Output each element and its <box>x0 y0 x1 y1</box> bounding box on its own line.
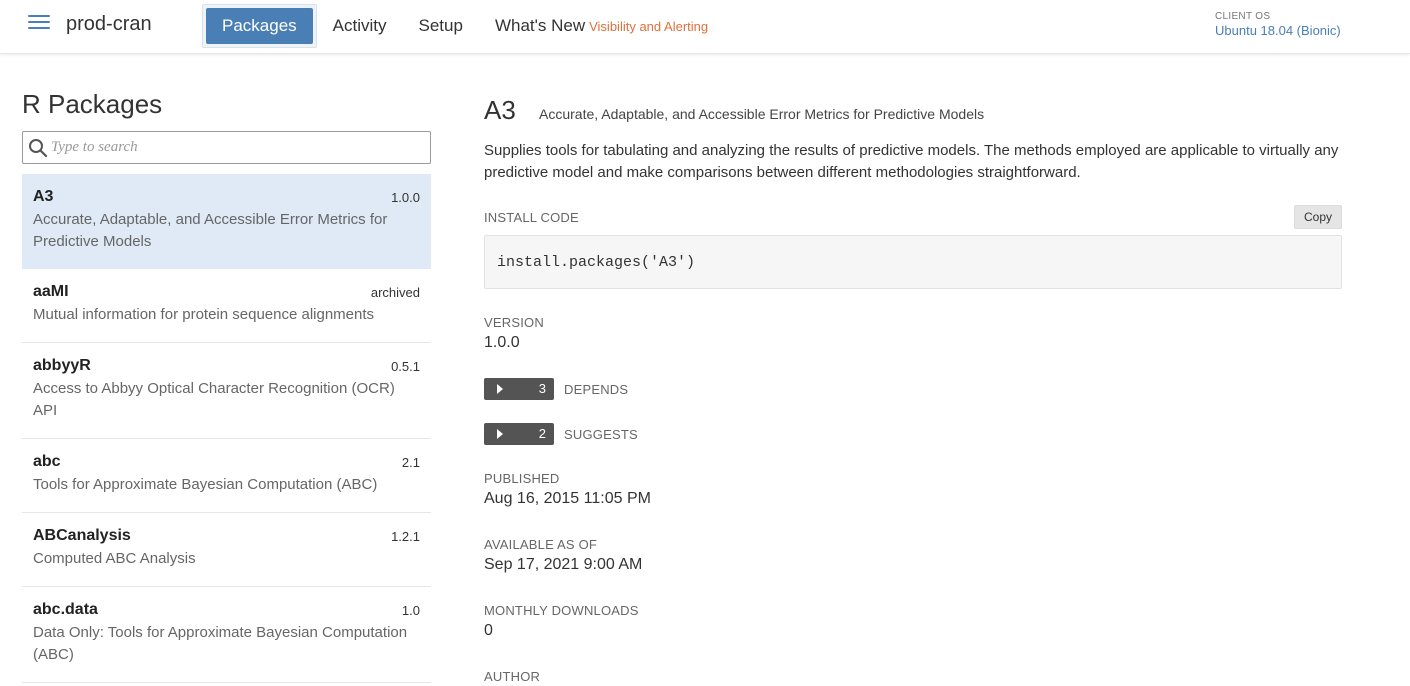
suggests-toggle[interactable]: 2 <box>484 423 554 445</box>
depends-label: DEPENDS <box>564 381 629 397</box>
detail-subtitle: Accurate, Adaptable, and Accessible Erro… <box>539 106 985 122</box>
menu-icon[interactable] <box>28 15 50 31</box>
package-name: abc <box>33 453 61 470</box>
package-version: 2.1 <box>401 455 420 470</box>
install-code: install.packages('A3') <box>497 254 696 271</box>
search-input[interactable] <box>51 134 421 161</box>
package-description: Access to Abbyy Optical Character Recogn… <box>33 380 395 419</box>
package-version: 0.5.1 <box>391 359 420 374</box>
client-os[interactable]: CLIENT OS Ubuntu 18.04 (Bionic) <box>1215 11 1341 38</box>
nav-setup[interactable]: Setup <box>403 8 479 44</box>
copy-button[interactable]: Copy <box>1293 205 1342 229</box>
package-description: Computed ABC Analysis <box>33 550 196 567</box>
suggests-row: 2 SUGGESTS <box>484 423 638 445</box>
package-list: A3 1.0.0 Accurate, Adaptable, and Access… <box>22 174 431 683</box>
depends-count: 3 <box>538 381 546 396</box>
package-name: A3 <box>33 188 54 205</box>
downloads-label: MONTHLY DOWNLOADS <box>484 603 639 618</box>
whats-new-tag: Visibility and Alerting <box>589 19 709 34</box>
nav-packages-label: Packages <box>206 8 313 44</box>
search-box[interactable] <box>22 131 431 164</box>
package-sidebar: R Packages A3 1.0.0 Accurate, Adaptable,… <box>22 54 431 686</box>
package-version: archived <box>370 285 420 300</box>
brand-title[interactable]: prod-cran <box>66 13 152 36</box>
available-field: AVAILABLE AS OF Sep 17, 2021 9:00 AM <box>484 537 642 574</box>
package-version: 1.0 <box>401 603 420 618</box>
downloads-value: 0 <box>484 622 493 639</box>
available-value: Sep 17, 2021 9:00 AM <box>484 556 643 573</box>
nav-activity[interactable]: Activity <box>317 8 403 44</box>
depends-toggle[interactable]: 3 <box>484 378 554 400</box>
list-item[interactable]: abc 2.1 Tools for Approximate Bayesian C… <box>22 439 431 513</box>
author-label: AUTHOR <box>484 669 541 684</box>
nav-packages[interactable]: Packages <box>202 4 317 48</box>
detail-title: A3 <box>484 95 516 125</box>
client-os-label: CLIENT OS <box>1215 11 1271 22</box>
list-item[interactable]: aaMI archived Mutual information for pro… <box>22 269 431 343</box>
install-code-label: INSTALL CODE <box>484 210 579 225</box>
package-name: aaMI <box>33 283 69 300</box>
package-description: Accurate, Adaptable, and Accessible Erro… <box>33 211 388 250</box>
depends-row: 3 DEPENDS <box>484 378 628 400</box>
install-code-box[interactable]: install.packages('A3') <box>484 235 1342 289</box>
package-detail: A3 Accurate, Adaptable, and Accessible E… <box>484 54 1342 686</box>
expand-arrow-icon <box>497 429 503 439</box>
list-item[interactable]: ABCanalysis 1.2.1 Computed ABC Analysis <box>22 513 431 587</box>
package-version: 1.2.1 <box>391 529 420 544</box>
author-field: AUTHOR <box>484 669 540 684</box>
list-item[interactable]: abc.data 1.0 Data Only: Tools for Approx… <box>22 587 431 683</box>
published-field: PUBLISHED Aug 16, 2015 11:05 PM <box>484 471 651 508</box>
expand-arrow-icon <box>497 384 503 394</box>
nav-whats-new[interactable]: What's New Visibility and Alerting <box>479 8 724 44</box>
downloads-field: MONTHLY DOWNLOADS 0 <box>484 603 639 640</box>
sidebar-title: R Packages <box>22 89 163 119</box>
package-description: Data Only: Tools for Approximate Bayesia… <box>33 624 408 663</box>
nav-whats-new-label: What's New <box>494 16 586 35</box>
available-label: AVAILABLE AS OF <box>484 537 598 552</box>
published-value: Aug 16, 2015 11:05 PM <box>484 490 651 507</box>
client-os-value[interactable]: Ubuntu 18.04 (Bionic) <box>1215 23 1341 38</box>
published-label: PUBLISHED <box>484 471 560 486</box>
package-description: Mutual information for protein sequence … <box>33 306 375 323</box>
package-description: Tools for Approximate Bayesian Computati… <box>33 476 378 493</box>
main-nav: Packages Activity Setup What's New Visibi… <box>202 4 724 48</box>
search-icon <box>29 139 48 158</box>
package-name: abbyyR <box>33 357 91 374</box>
suggests-count: 2 <box>538 426 546 441</box>
package-name: ABCanalysis <box>33 527 131 544</box>
list-item[interactable]: A3 1.0.0 Accurate, Adaptable, and Access… <box>22 174 431 269</box>
package-version: 1.0.0 <box>391 190 420 205</box>
package-name: abc.data <box>33 601 98 618</box>
detail-description: Supplies tools for tabulating and analyz… <box>484 142 1339 181</box>
version-value: 1.0.0 <box>484 334 520 351</box>
suggests-label: SUGGESTS <box>564 426 638 442</box>
top-bar: prod-cran Packages Activity Setup What's… <box>0 0 1410 54</box>
list-item[interactable]: abbyyR 0.5.1 Access to Abbyy Optical Cha… <box>22 343 431 439</box>
version-field: VERSION 1.0.0 <box>484 315 544 352</box>
version-label: VERSION <box>484 315 544 330</box>
